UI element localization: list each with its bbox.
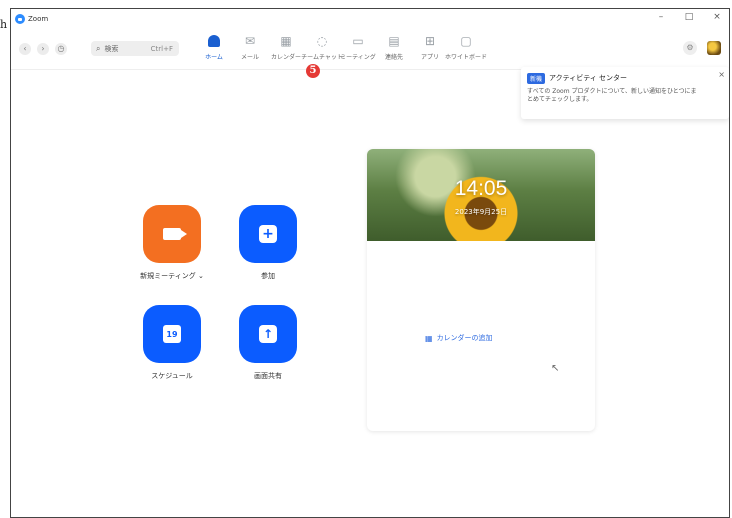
mouse-cursor-icon: ↖ xyxy=(551,363,560,374)
contacts-icon: ▤ xyxy=(388,34,400,48)
tab-mail[interactable]: ✉ メール xyxy=(232,33,268,61)
title-bar: Zoom – □ × xyxy=(11,9,729,29)
history-nav: ‹ › ◷ xyxy=(19,43,67,55)
whiteboard-icon: ▢ xyxy=(460,34,472,48)
add-calendar-label: カレンダーの追加 xyxy=(436,334,493,342)
join-action[interactable]: + 参加 xyxy=(233,205,303,281)
close-button[interactable]: × xyxy=(711,12,723,22)
plus-icon: + xyxy=(259,225,277,243)
forward-arrow-icon[interactable]: › xyxy=(37,43,49,55)
schedule-button[interactable]: 19 xyxy=(143,305,201,363)
share-screen-button[interactable]: ↑ xyxy=(239,305,297,363)
settings-gear-icon[interactable]: ⚙ xyxy=(683,41,697,55)
activity-center-description: すべての Zoom プロダクトについて、新しい通知をひとつにまとめてチェックしま… xyxy=(527,88,697,103)
tab-home-label: ホーム xyxy=(205,54,223,61)
toolbar-right: ⚙ xyxy=(683,41,721,55)
window-title: Zoom xyxy=(28,15,49,23)
sunflower-header-image: 14:05 2023年9月25日 xyxy=(367,149,595,241)
tab-mail-label: メール xyxy=(240,54,259,61)
tab-apps[interactable]: ⊞ アプリ xyxy=(412,33,448,61)
schedule-action[interactable]: 19 スケジュール xyxy=(137,305,207,381)
main-tabs: ホーム ✉ メール ▦ カレンダー ◌ チームチャット ▭ ミーティング ▤ 連… xyxy=(196,33,488,61)
tab-meeting[interactable]: ▭ ミーティング xyxy=(340,33,376,61)
join-label: 参加 xyxy=(261,272,275,280)
tab-contacts[interactable]: ▤ 連絡先 xyxy=(376,33,412,61)
maximize-button[interactable]: □ xyxy=(683,12,695,22)
mail-icon: ✉ xyxy=(244,34,256,48)
calendar-panel: 14:05 2023年9月25日 ▦ カレンダーの追加 ↖ xyxy=(367,149,595,431)
join-button[interactable]: + xyxy=(239,205,297,263)
tab-calendar[interactable]: ▦ カレンダー xyxy=(268,33,304,61)
video-camera-icon xyxy=(163,228,187,240)
tab-apps-label: アプリ xyxy=(420,54,439,61)
avatar[interactable] xyxy=(707,41,721,55)
chat-icon: ◌ xyxy=(316,34,328,48)
tab-whiteboard-label: ホワイトボード xyxy=(445,54,488,61)
page-marker: h xyxy=(0,18,8,31)
search-shortcut: Ctrl+F xyxy=(150,44,173,53)
calendar-19-icon: 19 xyxy=(163,325,181,343)
search-box[interactable]: ⌕ 検索 Ctrl+F xyxy=(91,41,179,56)
new-meeting-button[interactable] xyxy=(143,205,201,263)
activity-center-title: アクティビティ センター xyxy=(549,74,628,82)
tab-meeting-label: ミーティング xyxy=(340,54,376,61)
schedule-label: スケジュール xyxy=(151,372,193,380)
share-screen-icon: ↑ xyxy=(259,325,277,343)
top-toolbar: ‹ › ◷ ⌕ 検索 Ctrl+F ホーム ✉ メール ▦ カレンダー ◌ チー… xyxy=(11,29,729,70)
share-screen-label: 画面共有 xyxy=(254,372,282,380)
share-screen-action[interactable]: ↑ 画面共有 xyxy=(233,305,303,381)
calendar-add-icon: ▦ xyxy=(425,333,433,343)
tab-team-chat[interactable]: ◌ チームチャット xyxy=(301,33,343,61)
calendar-icon: ▦ xyxy=(280,34,292,48)
tab-contacts-label: 連絡先 xyxy=(384,54,403,61)
new-meeting-action[interactable]: 新規ミーティング ⌄ xyxy=(137,205,207,281)
new-meeting-label: 新規ミーティング ⌄ xyxy=(140,272,204,280)
search-icon: ⌕ xyxy=(96,43,101,53)
tab-team-chat-label: チームチャット xyxy=(301,54,343,61)
clock-time: 14:05 xyxy=(454,177,508,200)
new-badge: 新機 xyxy=(527,73,546,84)
add-calendar-link[interactable]: ▦ カレンダーの追加 xyxy=(425,333,493,343)
minimize-button[interactable]: – xyxy=(655,12,667,22)
clock-date: 2023年9月25日 xyxy=(454,208,508,216)
apps-icon: ⊞ xyxy=(424,34,436,48)
zoom-logo-icon xyxy=(15,14,25,24)
calendar-body: ▦ カレンダーの追加 ↖ xyxy=(367,241,595,431)
window-controls: – □ × xyxy=(655,12,723,22)
back-arrow-icon[interactable]: ‹ xyxy=(19,43,31,55)
history-icon[interactable]: ◷ xyxy=(55,43,67,55)
search-label: 検索 xyxy=(104,44,119,53)
close-icon[interactable]: × xyxy=(718,70,725,79)
home-icon xyxy=(206,33,222,49)
tab-home[interactable]: ホーム xyxy=(196,33,232,61)
zoom-window: Zoom – □ × ‹ › ◷ ⌕ 検索 Ctrl+F ホーム ✉ メール ▦… xyxy=(10,8,730,518)
activity-center-popup[interactable]: 新機 アクティビティ センター × すべての Zoom プロダクトについて、新し… xyxy=(521,67,729,119)
meeting-icon: ▭ xyxy=(352,34,364,48)
tab-whiteboard[interactable]: ▢ ホワイトボード xyxy=(445,33,488,61)
tab-calendar-label: カレンダー xyxy=(270,54,301,61)
step-number-badge: 5 xyxy=(306,64,320,78)
